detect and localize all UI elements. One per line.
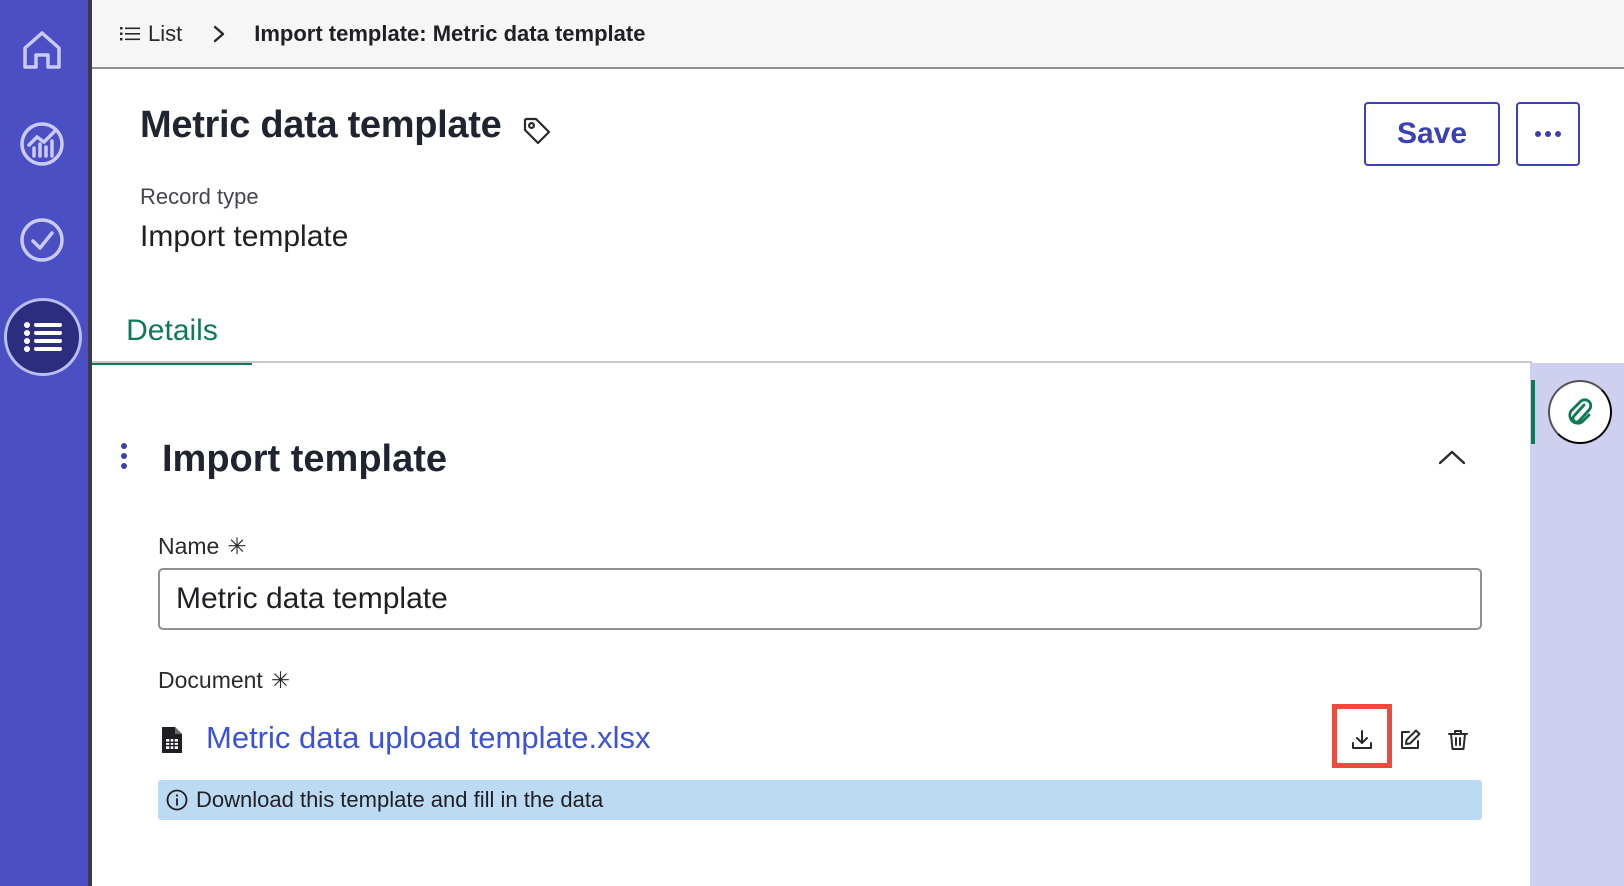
paperclip-icon [1568, 398, 1593, 425]
name-label-text: Name [158, 533, 220, 559]
nav-rail [0, 0, 92, 886]
save-button[interactable]: Save [1364, 102, 1500, 166]
required-icon: ✳ [270, 667, 291, 693]
utility-panel-accent [1531, 380, 1535, 444]
required-icon: ✳ [227, 533, 247, 559]
breadcrumb-current: Import template: Metric data template [254, 20, 646, 46]
spreadsheet-file-icon [160, 726, 184, 759]
more-options-button[interactable] [1516, 102, 1580, 166]
nav-list-button[interactable] [4, 298, 82, 376]
nav-tasks-button[interactable] [16, 214, 68, 266]
tag-icon[interactable] [522, 116, 552, 151]
edit-button[interactable] [1393, 723, 1427, 757]
nav-dashboard-button[interactable] [16, 118, 68, 170]
check-circle-icon [20, 218, 64, 262]
document-label-text: Document [158, 667, 263, 693]
vertical-dots-icon [121, 443, 127, 469]
home-icon [23, 31, 61, 69]
section-collapse-button[interactable] [1434, 442, 1470, 472]
tab-details[interactable]: Details [92, 310, 252, 365]
name-input[interactable] [158, 568, 1482, 630]
chevron-up-icon [1438, 450, 1466, 465]
breadcrumb: List Import template: Metric data templa… [92, 0, 1624, 69]
info-message-text: Download this template and fill in the d… [196, 787, 604, 812]
tabs-divider [92, 361, 1532, 363]
delete-button[interactable] [1441, 723, 1475, 757]
download-icon [1352, 730, 1372, 749]
download-button[interactable] [1345, 723, 1379, 757]
ellipsis-icon [1535, 131, 1561, 137]
section-title: Import template [162, 438, 448, 480]
rail-divider [88, 0, 92, 886]
nav-home-button[interactable] [16, 24, 68, 76]
section-drag-handle[interactable] [120, 442, 128, 475]
chevron-right-icon [212, 24, 226, 44]
record-type-label: Record type [140, 184, 259, 209]
list-icon [24, 322, 62, 352]
list-small-icon [120, 26, 140, 40]
document-file-link[interactable]: Metric data upload template.xlsx [206, 720, 651, 756]
name-field-label: Name ✳ [158, 533, 247, 560]
document-field-label: Document ✳ [158, 667, 290, 694]
page-title: Metric data template [140, 104, 502, 146]
chart-circle-icon [20, 122, 64, 166]
edit-icon [1401, 729, 1421, 749]
app-root: List Import template: Metric data templa… [0, 0, 1624, 886]
info-message: Download this template and fill in the d… [158, 780, 1482, 820]
trash-icon [1448, 730, 1468, 750]
info-icon [166, 789, 188, 811]
record-type-value: Import template [140, 220, 349, 253]
attachments-button[interactable] [1548, 380, 1612, 444]
breadcrumb-list-label: List [148, 20, 183, 46]
breadcrumb-list-link[interactable]: List [120, 21, 182, 47]
